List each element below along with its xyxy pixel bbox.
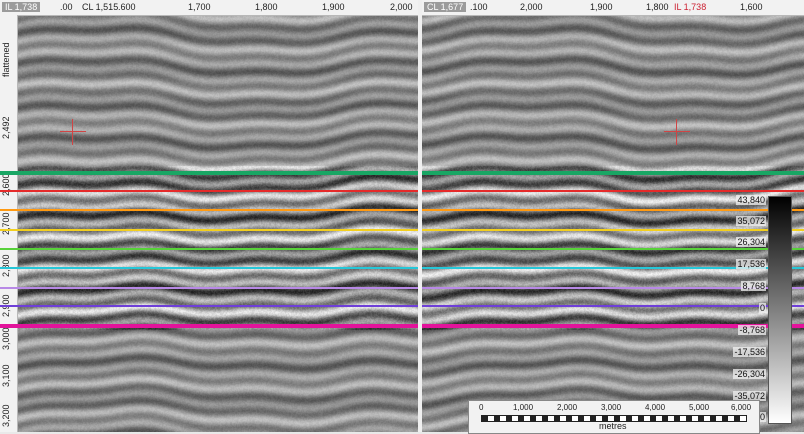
horizon-purple[interactable] [0, 305, 418, 307]
top-axis-right: CL 1,677 .100 2,000 1,900 1,800 IL 1,738… [422, 0, 804, 16]
depth-tick: 2,600 [1, 173, 11, 196]
horizon-orange[interactable] [422, 209, 804, 211]
depth-tick: 2,800 [1, 254, 11, 277]
scale-tick: 4,000 [645, 403, 666, 412]
top-tick-left: 1,900 [322, 2, 345, 12]
horizon-magenta[interactable] [0, 324, 418, 328]
scale-tick: 5,000 [689, 403, 710, 412]
colorbar-label: 35,072 [736, 216, 766, 226]
top-tick-left: 1,800 [255, 2, 278, 12]
top-tick-right: 1,900 [590, 2, 613, 12]
seismic-image-left[interactable] [0, 0, 418, 432]
colorbar-label: 0 [758, 303, 766, 313]
colorbar-label: -8,768 [738, 325, 766, 335]
colorbar-label: 43,840 [736, 195, 766, 205]
il-label-right: IL 1,738 [674, 2, 707, 12]
depth-tick: 2,492 [1, 116, 11, 139]
top-tick-right: 2,000 [520, 2, 543, 12]
horizon-yellow[interactable] [422, 229, 804, 231]
scale-units: metres [599, 421, 627, 431]
crosshair-cursor-right [664, 119, 690, 145]
seismic-panel-left[interactable]: IL 1,738 .00 CL 1,515 .600 1,700 1,800 1… [0, 0, 418, 432]
top-tick-left: .600 [118, 2, 136, 12]
scale-tick: 1,000 [513, 403, 534, 412]
colorbar-label: -26,304 [733, 369, 766, 379]
horizon-orange[interactable] [0, 209, 418, 211]
top-tick-left: 1,700 [188, 2, 211, 12]
colorbar-label: 17,536 [736, 259, 766, 269]
scale-tick: 3,000 [601, 403, 622, 412]
depth-axis: flattened 2,492 2,600 2,700 2,800 2,900 … [0, 15, 18, 432]
top-axis-left: IL 1,738 .00 CL 1,515 .600 1,700 1,800 1… [0, 0, 418, 16]
horizon-cyan[interactable] [0, 267, 418, 269]
colorbar-label: 26,304 [736, 237, 766, 247]
horizon-purple[interactable] [422, 305, 804, 307]
scale-tick: 6,000 [731, 403, 752, 412]
horizon-lavender[interactable] [0, 287, 418, 289]
scale-tick: 0 [479, 403, 484, 412]
depth-tick: 2,700 [1, 212, 11, 235]
cl-label-left: CL 1,515 [82, 2, 119, 12]
top-tick-left: .00 [60, 2, 73, 12]
depth-tick: 3,000 [1, 327, 11, 350]
cl-label-right: CL 1,677 [424, 2, 467, 12]
top-tick-left: 2,000 [390, 2, 413, 12]
horizon-yellow[interactable] [0, 229, 418, 231]
il-label-left: IL 1,738 [2, 2, 41, 12]
scale-bar: 0 1,000 2,000 3,000 4,000 5,000 6,000 me… [468, 400, 760, 434]
colorbar-label: -17,536 [733, 347, 766, 357]
horizon-lightgreen[interactable] [422, 248, 804, 250]
side-label-flattened: flattened [1, 42, 11, 77]
amplitude-colorbar [768, 196, 792, 424]
top-tick-right: 1,800 [646, 2, 669, 12]
horizon-red[interactable] [0, 190, 418, 192]
top-tick-right: 1,600 [740, 2, 763, 12]
crosshair-cursor-left [60, 119, 86, 145]
colorbar-label: 8,768 [741, 281, 766, 291]
top-tick-right: .100 [470, 2, 488, 12]
horizon-green-top[interactable] [422, 171, 804, 175]
depth-tick: 3,200 [1, 404, 11, 427]
horizon-red[interactable] [422, 190, 804, 192]
scale-tick: 2,000 [557, 403, 578, 412]
horizon-lightgreen[interactable] [0, 248, 418, 250]
depth-tick: 3,100 [1, 364, 11, 387]
horizon-green-top[interactable] [0, 171, 418, 175]
